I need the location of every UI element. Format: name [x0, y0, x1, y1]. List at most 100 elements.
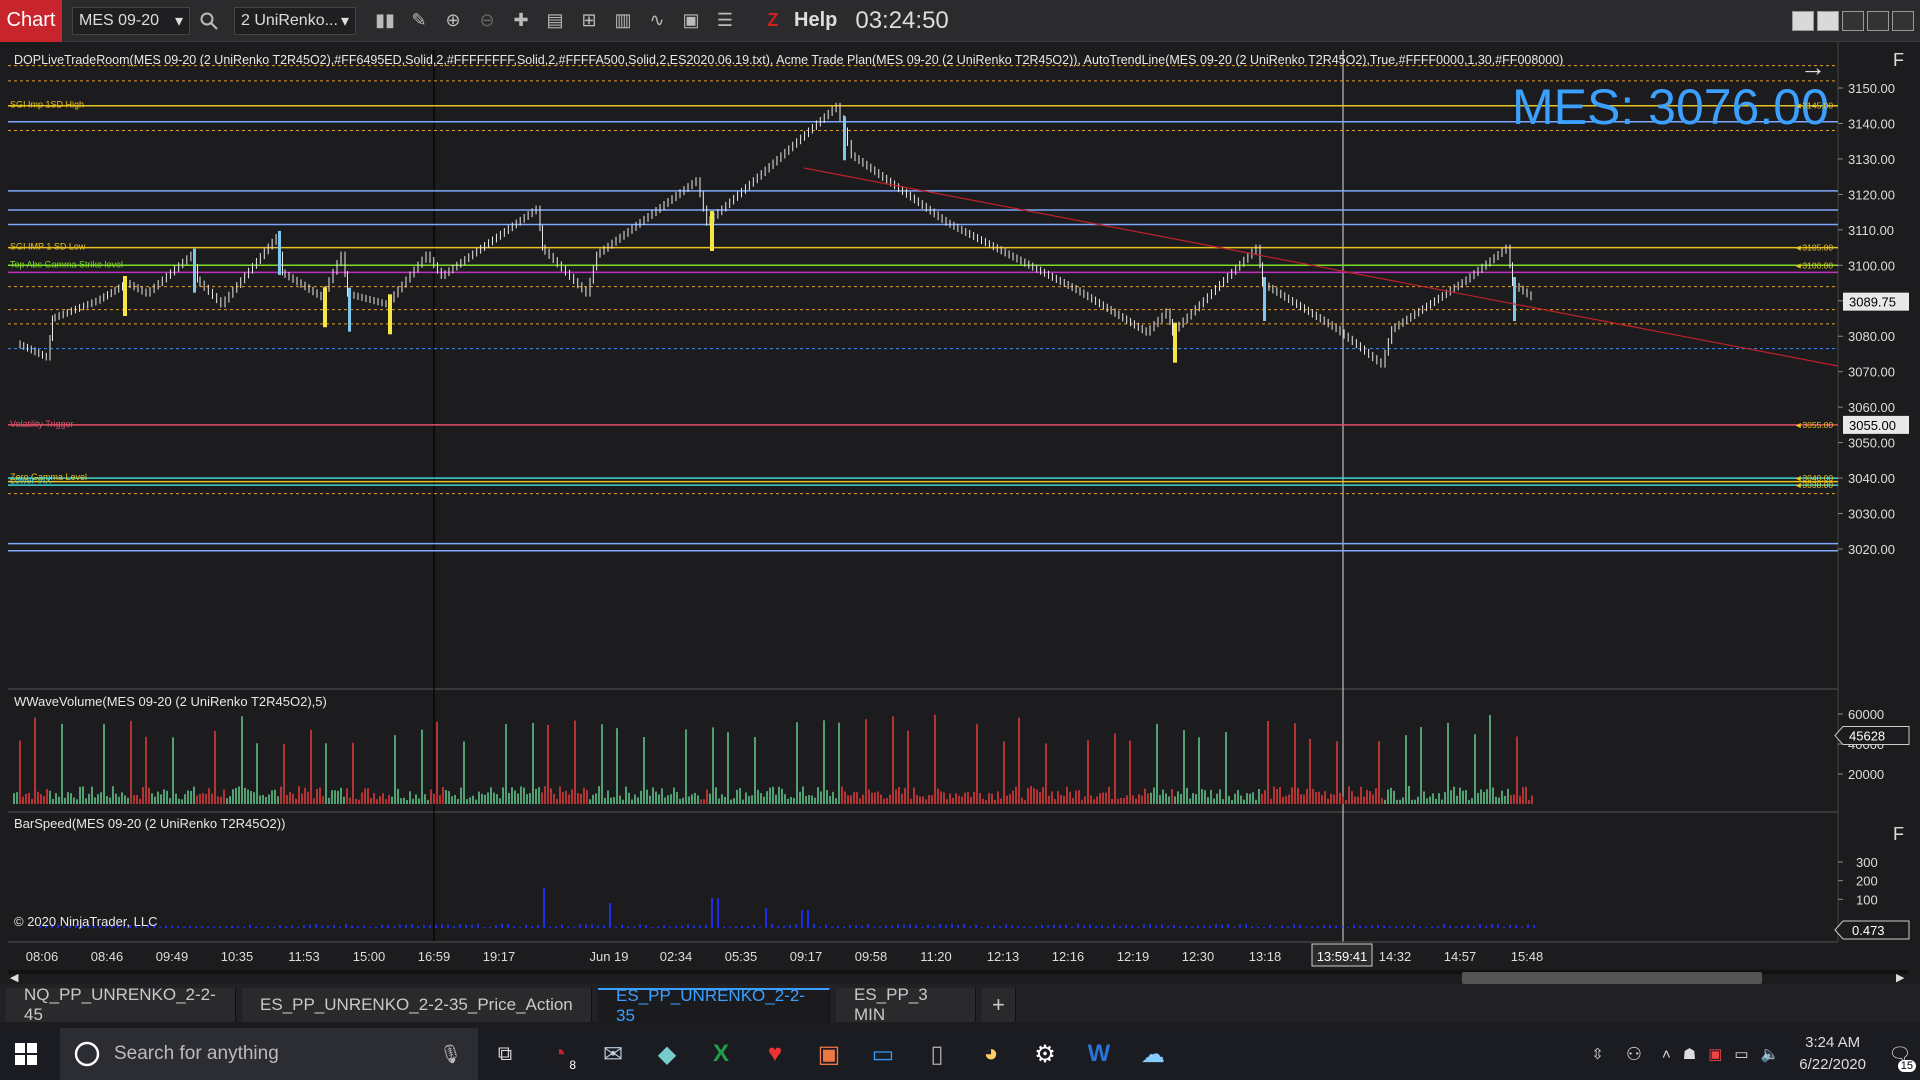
time-axis-label: 12:19 [1117, 949, 1150, 964]
excel-icon[interactable]: X [694, 1028, 748, 1080]
people-icon[interactable]: ⚇ [1626, 1044, 1642, 1065]
barspeed-axis-label: 200 [1856, 874, 1878, 889]
reversal-bar-down [1513, 277, 1516, 322]
browser-icon[interactable]: ♥ [748, 1028, 802, 1080]
display-icon[interactable]: ▭ [1734, 1045, 1748, 1063]
tab-es-pp-3min[interactable]: ES_PP_3 MIN [836, 985, 976, 1024]
microphone-icon[interactable]: 🎙 [439, 1044, 462, 1065]
reversal-bar-down [1263, 277, 1266, 322]
minimize-icon[interactable] [1842, 10, 1864, 31]
big-price-label: MES: 3076.00 [1512, 79, 1829, 135]
time-axis-label: 09:58 [855, 949, 888, 964]
bar-type-selector[interactable]: 2 UniRenko... ▾ [234, 6, 356, 35]
taskbar-date: 6/22/2020 [1799, 1056, 1866, 1073]
close-icon[interactable] [1892, 10, 1914, 31]
cloud-icon[interactable]: ☁ [1126, 1028, 1180, 1080]
chart-tab[interactable]: Chart [0, 0, 62, 42]
chart-tabs-bar: NQ_PP_UNRENKO_2-2-45 ES_PP_UNRENKO_2-2-3… [0, 984, 1920, 1025]
maximize-icon[interactable] [1867, 10, 1889, 31]
reversal-bar-down [843, 116, 846, 161]
time-axis-label: 12:30 [1182, 949, 1215, 964]
f-button-lower[interactable]: F [1893, 824, 1904, 844]
crosshair-time: 13:59:41 [1317, 949, 1368, 964]
price-axis-label: 3030.00 [1848, 507, 1895, 522]
time-axis-label: 14:32 [1379, 949, 1412, 964]
pdf-icon[interactable]: ▣ [802, 1028, 856, 1080]
indicators-icon[interactable]: ∿ [642, 6, 672, 36]
price-axis-label: 3080.00 [1848, 329, 1895, 344]
price-axis-label: 3070.00 [1848, 365, 1895, 380]
level-label: Top Abs Gamma Strike level [10, 259, 123, 269]
price-axis-label: 3020.00 [1848, 542, 1895, 557]
properties-icon[interactable]: ▥ [608, 6, 638, 36]
paint-icon[interactable]: ◕ [964, 1028, 1018, 1080]
gear-icon[interactable]: ⚙ [1018, 1028, 1072, 1080]
arrow-right-icon[interactable]: → [1800, 52, 1826, 82]
f-button[interactable]: F [1893, 50, 1904, 70]
ninjatrader-icon[interactable]: ◔ 8 [532, 1028, 586, 1080]
clock: 03:24:50 [855, 6, 949, 34]
bar-style-icon[interactable]: ▮▮ [370, 6, 400, 36]
time-axis-label: 05:35 [725, 949, 758, 964]
volume-icon[interactable]: 🔈 [1761, 1045, 1780, 1063]
zoom-in-icon[interactable]: ⊕ [438, 6, 468, 36]
crosshair-icon[interactable]: ✚ [506, 6, 536, 36]
tab-es-pp-unrenko-price-action[interactable]: ES_PP_UNRENKO_2-2-35_Price_Action [242, 988, 592, 1022]
strategies-icon[interactable]: ▣ [676, 6, 706, 36]
indicator-header: DOPLiveTradeRoom(MES 09-20 (2 UniRenko T… [14, 53, 1563, 67]
zoom-out-icon[interactable]: ⊖ [472, 6, 502, 36]
level-price-tag: ◄3105.00 [1794, 243, 1833, 253]
remote-desktop-icon[interactable]: ▭ [856, 1028, 910, 1080]
scroll-right-icon[interactable]: ▶ [1896, 971, 1908, 985]
tile-window-icon[interactable] [1792, 10, 1814, 31]
taskbar-clock[interactable]: 3:24 AM 6/22/2020 [1799, 1032, 1866, 1076]
ninjascript-icon[interactable]: Z [758, 6, 788, 36]
volume-marker-label: 45628 [1849, 729, 1885, 744]
level-price-tag: ◄3038.00 [1794, 480, 1833, 490]
time-axis-label: 13:18 [1249, 949, 1282, 964]
price-axis-label: 3130.00 [1848, 152, 1895, 167]
chart-trader-icon[interactable]: ⊞ [574, 6, 604, 36]
time-axis-label: 02:34 [660, 949, 693, 964]
draw-pen-icon[interactable]: ✎ [404, 6, 434, 36]
time-axis-label: 10:35 [221, 949, 254, 964]
task-view-icon[interactable]: ⧉ [478, 1028, 532, 1080]
reversal-bar-up [388, 294, 392, 335]
templates-icon[interactable]: ☰ [710, 6, 740, 36]
tile-window-icon[interactable] [1817, 10, 1839, 31]
tab-label: ES_PP_UNRENKO_2-2-35_Price_Action [260, 995, 573, 1014]
search-icon[interactable] [194, 6, 224, 36]
calculator-icon[interactable]: ▯ [910, 1028, 964, 1080]
chevron-up-icon[interactable]: ˄ [1662, 1046, 1671, 1063]
security-icon[interactable]: ▣ [1708, 1045, 1722, 1063]
tab-es-pp-unrenko[interactable]: ES_PP_UNRENKO_2-2-35 [598, 986, 830, 1025]
instrument-selector[interactable]: MES 09-20 ▾ [72, 6, 190, 35]
network-icon[interactable]: ☗ [1683, 1045, 1696, 1063]
app-badge: 8 [569, 1058, 576, 1072]
mail-icon[interactable]: ✉ [586, 1028, 640, 1080]
horizontal-scrollbar-thumb[interactable] [1462, 972, 1762, 984]
data-box-icon[interactable]: ▤ [540, 6, 570, 36]
level-price-tag: ◄3145.00 [1794, 101, 1833, 111]
volume-axis-label: 20000 [1848, 767, 1884, 782]
time-axis-label: 16:59 [418, 949, 451, 964]
level-label: Lower VIX [10, 476, 52, 486]
chart-area[interactable]: DOPLiveTradeRoom(MES 09-20 (2 UniRenko T… [0, 42, 1920, 984]
time-axis-label: 12:16 [1052, 949, 1085, 964]
price-marker-label: 3089.75 [1849, 295, 1896, 310]
notifications-icon[interactable]: 🗨 15 [1880, 1028, 1920, 1080]
word-icon[interactable]: W [1072, 1028, 1126, 1080]
price-axis-label: 3140.00 [1848, 116, 1895, 131]
barspeed-axis-label: 300 [1856, 855, 1878, 870]
reversal-bar-up [710, 210, 714, 251]
tray-scroll-icon[interactable]: ⇳ [1591, 1045, 1604, 1063]
add-tab-button[interactable]: + [982, 988, 1016, 1022]
notes-icon[interactable]: ◆ [640, 1028, 694, 1080]
price-marker-label: 3055.00 [1849, 418, 1896, 433]
tab-nq-pp-unrenko[interactable]: NQ_PP_UNRENKO_2-2-45 [6, 985, 236, 1024]
scroll-left-icon[interactable]: ◀ [10, 971, 22, 985]
help-menu[interactable]: Help [794, 9, 837, 32]
taskbar-search-input[interactable]: Search for anything 🎙 [60, 1028, 478, 1080]
windows-start-icon[interactable] [0, 1028, 52, 1080]
chevron-down-icon: ▾ [340, 12, 349, 30]
